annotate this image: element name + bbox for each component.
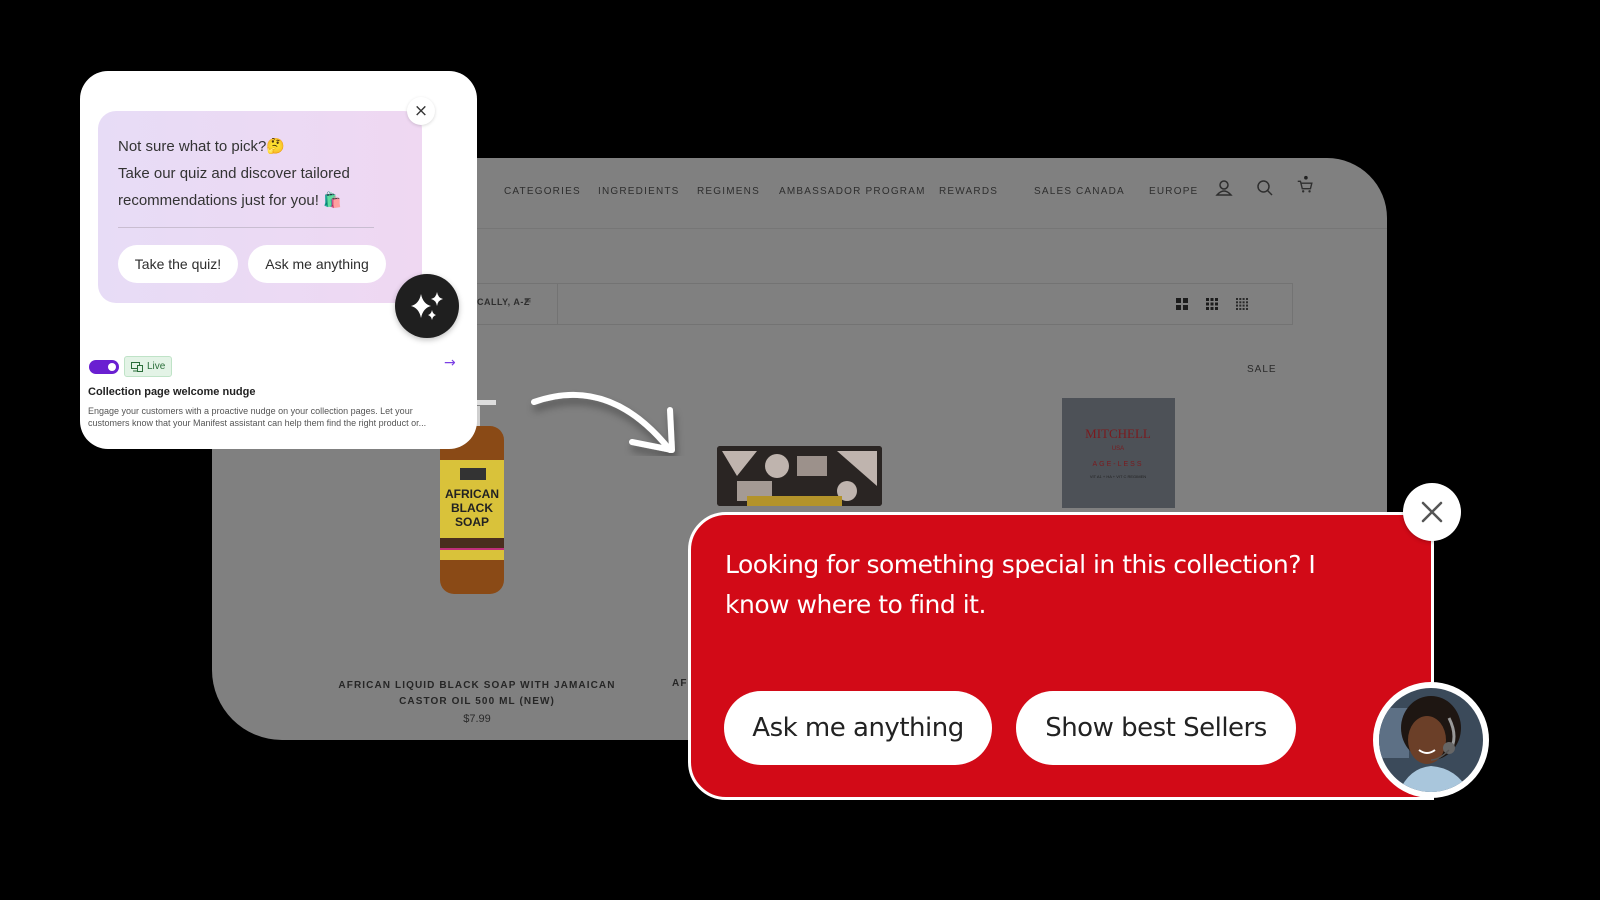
grid-3-icon[interactable] [1206, 298, 1218, 310]
svg-text:VIT A1 + HA + VIT C REGIMEN: VIT A1 + HA + VIT C REGIMEN [1090, 474, 1146, 479]
quiz-nudge-message: Not sure what to pick?🤔 Take our quiz an… [118, 133, 408, 214]
nudge-description: Engage your customers with a proactive n… [88, 406, 427, 428]
quiz-nudge-line-2: Take our quiz and discover tailored reco… [118, 165, 350, 209]
search-icon[interactable] [1255, 178, 1275, 198]
divider [557, 284, 558, 324]
ask-me-anything-button[interactable]: Ask me anything [724, 691, 992, 765]
nav-item-canada[interactable]: CANADA [1076, 186, 1125, 197]
nav-item-ambassador[interactable]: AMBASSADOR PROGRAM [779, 186, 926, 197]
product-image-box[interactable] [717, 446, 882, 506]
close-icon [1421, 501, 1443, 523]
nav-item-sales[interactable]: SALES [1034, 186, 1072, 197]
close-icon[interactable]: × [407, 97, 435, 125]
nudge-preview-card[interactable]: Not sure what to pick?🤔 Take our quiz an… [80, 71, 477, 449]
account-icon[interactable] [1214, 178, 1234, 198]
assistant-launcher-button[interactable] [395, 274, 459, 338]
ask-me-anything-button[interactable]: Ask me anything [248, 245, 386, 283]
divider [118, 227, 374, 228]
ageless-box-art: MITCHELL USA AGE-LESS VIT A1 + HA + VIT … [1085, 426, 1151, 479]
sort-icon: ≡ [524, 296, 532, 306]
devices-icon [131, 361, 143, 372]
nav-item-ingredients[interactable]: INGREDIENTS [598, 186, 680, 197]
curved-arrow-icon [531, 391, 675, 453]
cart-icon[interactable] [1295, 175, 1315, 195]
nav-item-regimens[interactable]: REGIMENS [697, 186, 760, 197]
quiz-nudge-line-1: Not sure what to pick?🤔 [118, 138, 286, 155]
grid-4-icon[interactable] [1236, 298, 1248, 310]
svg-text:MITCHELL: MITCHELL [1085, 426, 1151, 441]
product-title-partial[interactable]: AF [672, 678, 688, 689]
nudge-title: Collection page welcome nudge [88, 386, 256, 398]
close-button[interactable] [1403, 483, 1461, 541]
quiz-nudge-bubble: Not sure what to pick?🤔 Take our quiz an… [98, 111, 422, 303]
live-label: Live [147, 361, 166, 372]
product-price: $7.99 [463, 713, 491, 725]
agent-avatar[interactable] [1373, 682, 1489, 798]
product-title[interactable]: AFRICAN LIQUID BLACK SOAP WITH JAMAICAN … [322, 678, 632, 710]
sparkles-icon [411, 292, 443, 320]
nudge-message: Looking for something special in this co… [725, 550, 1316, 619]
product-image-ageless[interactable]: MITCHELL USA AGE-LESS VIT A1 + HA + VIT … [1062, 398, 1175, 508]
nav-item-categories[interactable]: CATEGORIES [504, 186, 581, 197]
svg-text:BLACK: BLACK [451, 501, 493, 515]
svg-text:AGE-LESS: AGE-LESS [1092, 461, 1143, 468]
live-status-badge: Live [124, 356, 173, 377]
sort-dropdown[interactable]: CALLY, A-Z [477, 297, 530, 307]
nav-item-rewards[interactable]: REWARDS [939, 186, 998, 197]
collection-nudge-popup: Looking for something special in this co… [688, 512, 1434, 800]
svg-text:AFRICAN: AFRICAN [445, 487, 499, 501]
svg-text:SOAP: SOAP [455, 515, 489, 529]
take-quiz-button[interactable]: Take the quiz! [118, 245, 238, 283]
pattern-art [717, 446, 882, 506]
nav-item-europe[interactable]: EUROPE [1149, 186, 1198, 197]
grid-2-icon[interactable] [1176, 298, 1188, 310]
svg-text:USA: USA [1112, 446, 1124, 452]
sale-badge: SALE [1247, 364, 1277, 375]
arrow-right-icon[interactable]: → [444, 355, 456, 371]
nudge-enabled-toggle[interactable] [89, 360, 119, 374]
show-best-sellers-button[interactable]: Show best Sellers [1016, 691, 1296, 765]
agent-photo [1379, 688, 1483, 792]
